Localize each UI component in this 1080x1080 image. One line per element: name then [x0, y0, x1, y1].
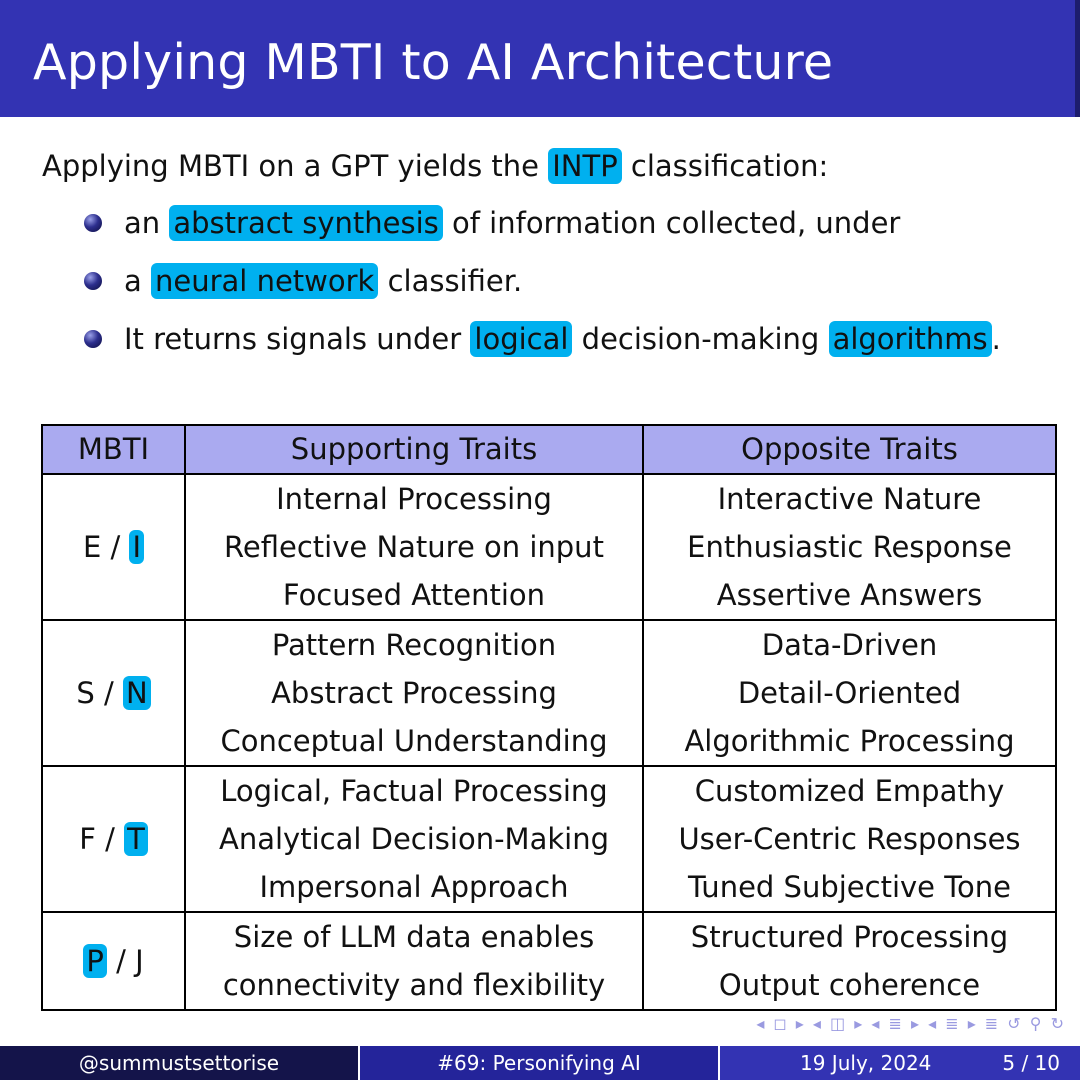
- title-bar: Applying MBTI to AI Architecture: [0, 0, 1080, 117]
- supporting-traits: Internal Processing Reflective Nature on…: [184, 474, 644, 621]
- table-row: P / J Size of LLM data enables connectiv…: [41, 912, 1057, 1011]
- trait: Data-Driven: [761, 628, 938, 662]
- header-opposite: Opposite Traits: [642, 424, 1057, 475]
- table-row: E / I Internal Processing Reflective Nat…: [41, 474, 1057, 621]
- bullet-text: .: [991, 322, 1001, 356]
- intro-text-after: classification:: [630, 149, 829, 183]
- trait: Internal Processing: [276, 482, 552, 516]
- bullet-text: decision-making: [581, 322, 820, 356]
- intro-text: Applying MBTI on a GPT yields the: [42, 149, 540, 183]
- opposite-traits: Data-Driven Detail-Oriented Algorithmic …: [642, 620, 1057, 767]
- bullet-highlight: algorithms: [828, 321, 992, 357]
- bullet-highlight: logical: [470, 321, 573, 357]
- table-row: F / T Logical, Factual Processing Analyt…: [41, 766, 1057, 913]
- mbti-letter-highlight: I: [129, 530, 145, 564]
- bullet-ball-icon: [84, 330, 102, 348]
- beamer-navigation-icons[interactable]: ◂ ◻ ▸ ◂ ◫ ▸ ◂ ≣ ▸ ◂ ≣ ▸ ≣ ↺ ⚲ ↻: [756, 1014, 1066, 1033]
- supporting-traits: Logical, Factual Processing Analytical D…: [184, 766, 644, 913]
- bullet-text: a: [124, 264, 142, 298]
- trait: Reflective Nature on input: [224, 530, 604, 564]
- trait: Interactive Nature: [717, 482, 982, 516]
- slide-title: Applying MBTI to AI Architecture: [33, 34, 834, 91]
- intro-line: Applying MBTI on a GPT yields the INTP c…: [42, 146, 828, 186]
- footer-bar: @summustsettorise #69: Personifying AI 1…: [0, 1046, 1080, 1080]
- mbti-letter: F /: [79, 822, 115, 856]
- mbti-letter: E /: [82, 530, 121, 564]
- footer-date-page: 19 July, 2024 5 / 10: [718, 1046, 1080, 1080]
- footer-talk-title: #69: Personifying AI: [358, 1046, 718, 1080]
- bullet-text: an: [124, 206, 161, 240]
- intro-highlight: INTP: [548, 148, 622, 184]
- trait: Structured Processing: [690, 920, 1009, 954]
- mbti-letter: S /: [76, 676, 114, 710]
- mbti-table: MBTI Supporting Traits Opposite Traits E…: [41, 424, 1057, 1011]
- mbti-pair: P / J: [41, 912, 186, 1011]
- trait: Assertive Answers: [716, 578, 983, 612]
- bullet-item: an abstract synthesis of information col…: [84, 200, 1001, 258]
- trait: Output coherence: [718, 968, 981, 1002]
- opposite-traits: Interactive Nature Enthusiastic Response…: [642, 474, 1057, 621]
- bullet-item: It returns signals under logical decisio…: [84, 316, 1001, 374]
- mbti-pair: E / I: [41, 474, 186, 621]
- bullet-highlight: abstract synthesis: [169, 205, 443, 241]
- trait: Algorithmic Processing: [684, 724, 1015, 758]
- bullet-list: an abstract synthesis of information col…: [84, 200, 1001, 374]
- trait: Tuned Subjective Tone: [688, 870, 1011, 904]
- trait: Customized Empathy: [694, 774, 1005, 808]
- table-row: S / N Pattern Recognition Abstract Proce…: [41, 620, 1057, 767]
- mbti-letter: / J: [116, 944, 144, 978]
- trait: User-Centric Responses: [678, 822, 1021, 856]
- trait: Focused Attention: [282, 578, 546, 612]
- bullet-item: a neural network classifier.: [84, 258, 1001, 316]
- footer-date: 19 July, 2024: [800, 1051, 932, 1075]
- footer-page-number: 5 / 10: [1002, 1051, 1060, 1075]
- trait: Analytical Decision-Making: [219, 822, 609, 856]
- header-supporting: Supporting Traits: [184, 424, 644, 475]
- mbti-pair: S / N: [41, 620, 186, 767]
- trait: connectivity and flexibility: [222, 968, 606, 1002]
- supporting-traits: Pattern Recognition Abstract Processing …: [184, 620, 644, 767]
- bullet-text: of information collected, under: [452, 206, 901, 240]
- bullet-text: classifier.: [387, 264, 523, 298]
- trait: Logical, Factual Processing: [220, 774, 608, 808]
- header-mbti: MBTI: [41, 424, 186, 475]
- bullet-ball-icon: [84, 272, 102, 290]
- opposite-traits: Structured Processing Output coherence: [642, 912, 1057, 1011]
- trait: Enthusiastic Response: [687, 530, 1012, 564]
- trait: Abstract Processing: [271, 676, 557, 710]
- mbti-letter-highlight: N: [122, 676, 151, 710]
- bullet-highlight: neural network: [151, 263, 379, 299]
- mbti-letter-highlight: T: [124, 822, 148, 856]
- trait: Impersonal Approach: [259, 870, 569, 904]
- table-header-row: MBTI Supporting Traits Opposite Traits: [41, 424, 1057, 475]
- trait: Pattern Recognition: [271, 628, 557, 662]
- mbti-pair: F / T: [41, 766, 186, 913]
- trait: Size of LLM data enables: [233, 920, 595, 954]
- trait: Detail-Oriented: [737, 676, 962, 710]
- opposite-traits: Customized Empathy User-Centric Response…: [642, 766, 1057, 913]
- mbti-letter-highlight: P: [83, 944, 107, 978]
- trait: Conceptual Understanding: [220, 724, 608, 758]
- footer-author: @summustsettorise: [0, 1046, 358, 1080]
- bullet-ball-icon: [84, 214, 102, 232]
- bullet-text: It returns signals under: [124, 322, 462, 356]
- supporting-traits: Size of LLM data enables connectivity an…: [184, 912, 644, 1011]
